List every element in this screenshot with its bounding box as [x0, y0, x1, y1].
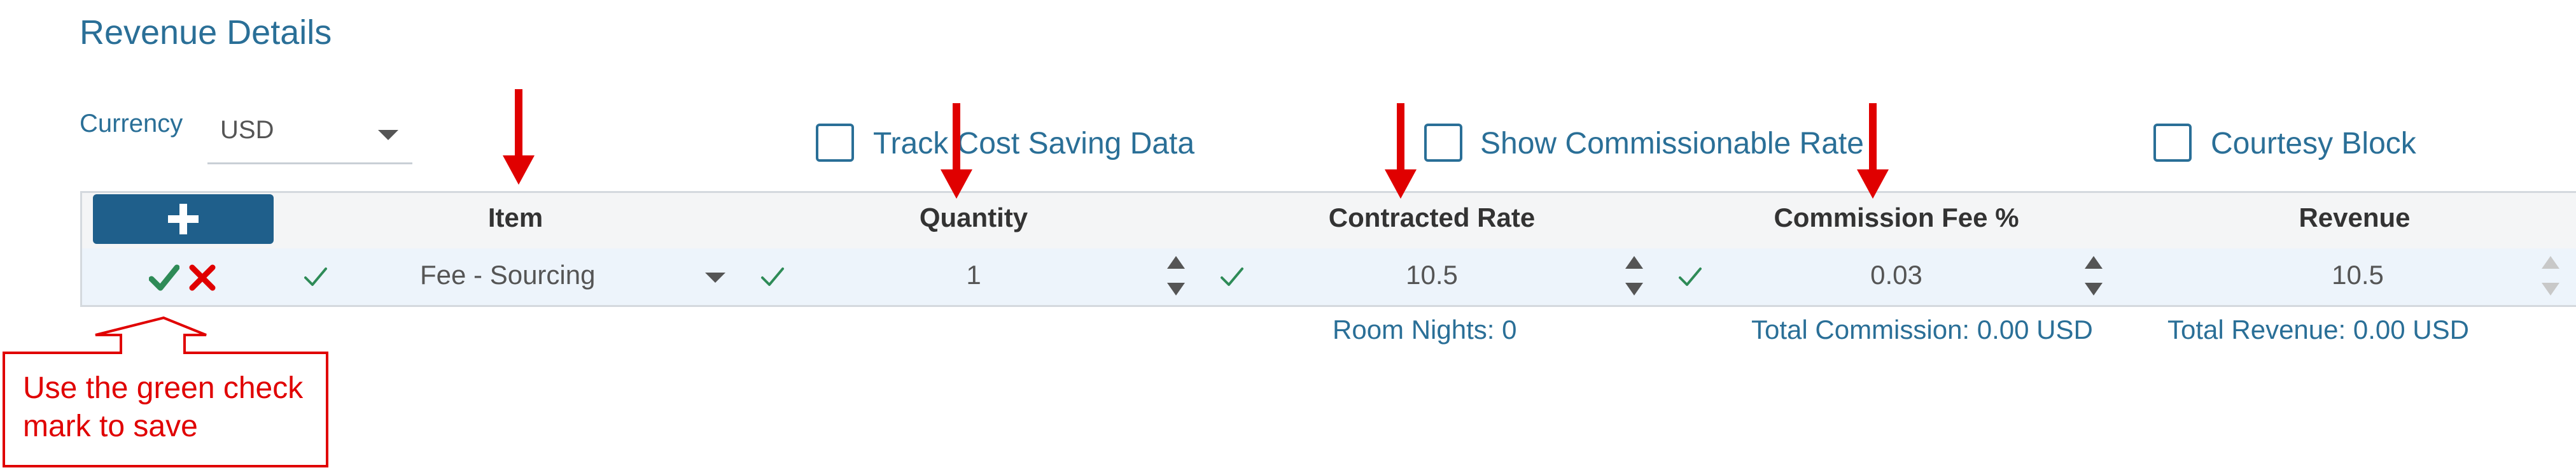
save-check-icon[interactable] [148, 262, 180, 293]
column-header-revenue[interactable]: Revenue [2227, 203, 2482, 233]
track-cost-saving-checkbox[interactable] [816, 124, 854, 162]
add-row-button[interactable] [93, 194, 274, 244]
annotation-arrow-commission [1857, 103, 1889, 199]
item-valid-check-icon [302, 262, 330, 294]
item-value: Fee - Sourcing [420, 260, 596, 290]
chevron-down-icon [378, 130, 398, 140]
cancel-x-icon[interactable] [188, 264, 216, 292]
courtesy-block-checkbox[interactable] [2153, 124, 2192, 162]
column-header-commission-fee[interactable]: Commission Fee % [1712, 203, 2081, 233]
contracted-rate-stepper[interactable] [1621, 253, 1647, 301]
revenue-stepper[interactable] [2538, 253, 2563, 301]
rate-valid-check-icon [1218, 262, 1246, 294]
quantity-stepper[interactable] [1163, 253, 1189, 301]
page-title: Revenue Details [80, 13, 332, 52]
courtesy-block-label: Courtesy Block [2211, 127, 2416, 160]
contracted-rate-input[interactable]: 10.5 [1305, 260, 1559, 290]
column-header-quantity[interactable]: Quantity [846, 203, 1101, 233]
currency-label: Currency [80, 110, 183, 138]
item-select[interactable]: Fee - Sourcing [356, 251, 738, 302]
quantity-valid-check-icon [759, 262, 787, 294]
currency-select[interactable]: USD [207, 108, 412, 164]
commission-valid-check-icon [1676, 262, 1704, 294]
track-cost-saving-label: Track Cost Saving Data [873, 127, 1195, 160]
callout-line-2: mark to save [23, 409, 198, 443]
annotation-arrow-contracted-rate [1385, 103, 1417, 199]
annotation-arrow-item [503, 89, 535, 185]
show-commissionable-rate-checkbox[interactable] [1424, 124, 1462, 162]
plus-icon [93, 194, 274, 244]
annotation-arrow-quantity [941, 103, 972, 199]
chevron-down-icon [705, 273, 725, 283]
quantity-input[interactable]: 1 [846, 260, 1101, 290]
commission-fee-input[interactable]: 0.03 [1801, 260, 1992, 290]
room-nights-total: Room Nights: 0 [1333, 315, 1517, 345]
show-commissionable-rate-label: Show Commissionable Rate [1480, 127, 1864, 160]
currency-value: USD [220, 116, 274, 144]
revenue-input[interactable]: 10.5 [2278, 260, 2437, 290]
total-revenue: Total Revenue: 0.00 USD [2167, 315, 2469, 345]
commission-fee-stepper[interactable] [2081, 253, 2106, 301]
column-header-item[interactable]: Item [388, 203, 643, 233]
column-header-contracted-rate[interactable]: Contracted Rate [1247, 203, 1616, 233]
total-commission: Total Commission: 0.00 USD [1751, 315, 2093, 345]
callout-line-1: Use the green check [23, 371, 304, 405]
